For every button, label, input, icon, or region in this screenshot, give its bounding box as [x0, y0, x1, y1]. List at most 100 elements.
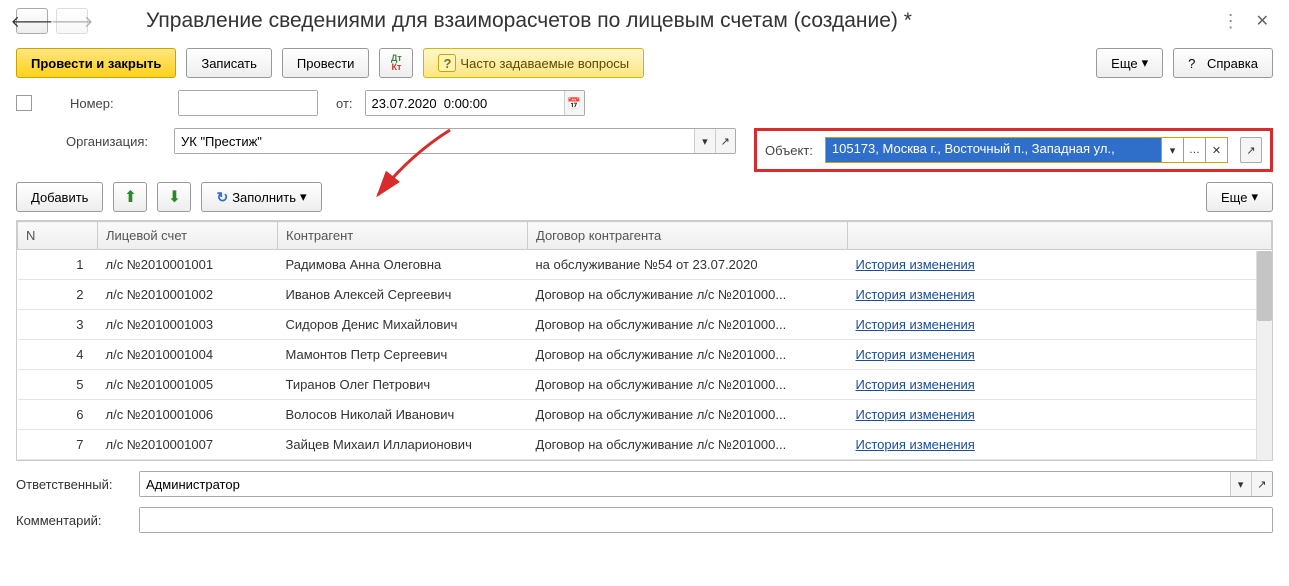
date-input[interactable]: [366, 91, 564, 115]
table-more-button[interactable]: Еще ▾: [1206, 182, 1273, 212]
arrow-up-icon: ⬆: [124, 187, 137, 207]
cell-account: л/с №2010001001: [98, 250, 278, 280]
table-row[interactable]: 6л/с №2010001006Волосов Николай Иванович…: [18, 400, 1272, 430]
object-dropdown-icon[interactable]: ▾: [1161, 138, 1183, 162]
post-button[interactable]: Провести: [282, 48, 370, 78]
col-history[interactable]: [848, 222, 1272, 250]
cell-counterparty: Зайцев Михаил Илларионович: [278, 430, 528, 460]
chevron-down-icon: ▾: [1251, 189, 1258, 205]
history-link[interactable]: История изменения: [856, 287, 975, 302]
cell-contract: на обслуживание №54 от 23.07.2020: [528, 250, 848, 280]
table-row[interactable]: 7л/с №2010001007Зайцев Михаил Илларионов…: [18, 430, 1272, 460]
fill-label: Заполнить: [232, 190, 296, 205]
fill-button[interactable]: ↻ Заполнить ▾: [201, 182, 321, 212]
object-clear-icon[interactable]: ✕: [1205, 138, 1227, 162]
table-row[interactable]: 1л/с №2010001001Радимова Анна Олеговнана…: [18, 250, 1272, 280]
post-and-close-button[interactable]: Провести и закрыть: [16, 48, 176, 78]
close-icon[interactable]: ✕: [1252, 11, 1273, 31]
object-select-icon[interactable]: …: [1183, 138, 1205, 162]
cell-n: 6: [18, 400, 98, 430]
comment-input[interactable]: [140, 508, 1272, 532]
object-input-wrap: 105173, Москва г., Восточный п., Западна…: [825, 137, 1228, 163]
number-input[interactable]: [179, 91, 317, 115]
org-input[interactable]: [175, 129, 694, 153]
fill-arrow-icon: ↻: [216, 189, 228, 206]
cell-counterparty: Иванов Алексей Сергеевич: [278, 280, 528, 310]
table-row[interactable]: 3л/с №2010001003Сидоров Денис Михайлович…: [18, 310, 1272, 340]
dtkt-button[interactable]: ДтКт: [379, 48, 413, 78]
cell-n: 7: [18, 430, 98, 460]
cell-account: л/с №2010001005: [98, 370, 278, 400]
cell-n: 4: [18, 340, 98, 370]
question-icon: ?: [438, 54, 456, 72]
object-label: Объект:: [765, 143, 813, 158]
history-link[interactable]: История изменения: [856, 317, 975, 332]
history-link[interactable]: История изменения: [856, 377, 975, 392]
object-input[interactable]: 105173, Москва г., Восточный п., Западна…: [826, 138, 1161, 162]
nav-forward-button[interactable]: 🡒: [56, 8, 88, 34]
cell-counterparty: Волосов Николай Иванович: [278, 400, 528, 430]
cell-n: 2: [18, 280, 98, 310]
save-button[interactable]: Записать: [186, 48, 272, 78]
cell-contract: Договор на обслуживание л/с №201000...: [528, 340, 848, 370]
object-open-icon[interactable]: ↗: [1240, 137, 1262, 163]
chevron-down-icon: ▾: [300, 189, 307, 205]
cell-contract: Договор на обслуживание л/с №201000...: [528, 430, 848, 460]
more-button[interactable]: Еще ▾: [1096, 48, 1163, 78]
faq-button[interactable]: ? Часто задаваемые вопросы: [423, 48, 644, 78]
cell-counterparty: Мамонтов Петр Сергеевич: [278, 340, 528, 370]
nav-back-button[interactable]: 🡐: [16, 8, 48, 34]
calendar-icon[interactable]: 📅: [564, 91, 584, 115]
cell-account: л/с №2010001003: [98, 310, 278, 340]
responsible-dropdown-icon[interactable]: ▾: [1230, 472, 1251, 496]
cell-contract: Договор на обслуживание л/с №201000...: [528, 310, 848, 340]
responsible-input[interactable]: [140, 472, 1230, 496]
table-scrollbar[interactable]: [1256, 251, 1272, 460]
comment-label: Комментарий:: [16, 513, 131, 528]
date-label: от:: [336, 96, 353, 111]
cell-account: л/с №2010001007: [98, 430, 278, 460]
col-contract[interactable]: Договор контрагента: [528, 222, 848, 250]
org-dropdown-icon[interactable]: ▾: [694, 129, 714, 153]
kebab-menu-icon[interactable]: ⋮: [1222, 11, 1240, 32]
table-more-label: Еще: [1221, 190, 1247, 205]
cell-account: л/с №2010001004: [98, 340, 278, 370]
responsible-label: Ответственный:: [16, 477, 131, 492]
table-row[interactable]: 5л/с №2010001005Тиранов Олег ПетровичДог…: [18, 370, 1272, 400]
cell-n: 5: [18, 370, 98, 400]
number-label: Номер:: [70, 96, 170, 111]
history-link[interactable]: История изменения: [856, 347, 975, 362]
dtkt-icon: ДтКт: [391, 54, 402, 72]
table-header-row: N Лицевой счет Контрагент Договор контра…: [18, 222, 1272, 250]
cell-contract: Договор на обслуживание л/с №201000...: [528, 400, 848, 430]
help-q: ?: [1188, 56, 1195, 71]
col-account[interactable]: Лицевой счет: [98, 222, 278, 250]
cell-account: л/с №2010001002: [98, 280, 278, 310]
faq-label: Часто задаваемые вопросы: [460, 56, 629, 71]
accounts-table: N Лицевой счет Контрагент Договор контра…: [16, 220, 1273, 461]
history-link[interactable]: История изменения: [856, 257, 975, 272]
cell-n: 3: [18, 310, 98, 340]
history-link[interactable]: История изменения: [856, 437, 975, 452]
responsible-open-icon[interactable]: ↗: [1251, 472, 1272, 496]
move-down-button[interactable]: ⬇: [157, 182, 191, 212]
cell-counterparty: Сидоров Денис Михайлович: [278, 310, 528, 340]
org-label: Организация:: [66, 134, 166, 149]
chevron-down-icon: ▾: [1142, 55, 1149, 71]
help-button[interactable]: ? Справка: [1173, 48, 1273, 78]
add-row-button[interactable]: Добавить: [16, 182, 103, 212]
table-row[interactable]: 4л/с №2010001004Мамонтов Петр СергеевичД…: [18, 340, 1272, 370]
help-label: Справка: [1207, 56, 1258, 71]
cell-contract: Договор на обслуживание л/с №201000...: [528, 280, 848, 310]
cell-n: 1: [18, 250, 98, 280]
cell-counterparty: Радимова Анна Олеговна: [278, 250, 528, 280]
move-up-button[interactable]: ⬆: [113, 182, 147, 212]
cell-contract: Договор на обслуживание л/с №201000...: [528, 370, 848, 400]
col-counterparty[interactable]: Контрагент: [278, 222, 528, 250]
col-n[interactable]: N: [18, 222, 98, 250]
history-link[interactable]: История изменения: [856, 407, 975, 422]
cell-counterparty: Тиранов Олег Петрович: [278, 370, 528, 400]
org-open-icon[interactable]: ↗: [715, 129, 735, 153]
table-row[interactable]: 2л/с №2010001002Иванов Алексей Сергеевич…: [18, 280, 1272, 310]
page-title: Управление сведениями для взаиморасчетов…: [146, 9, 1214, 33]
